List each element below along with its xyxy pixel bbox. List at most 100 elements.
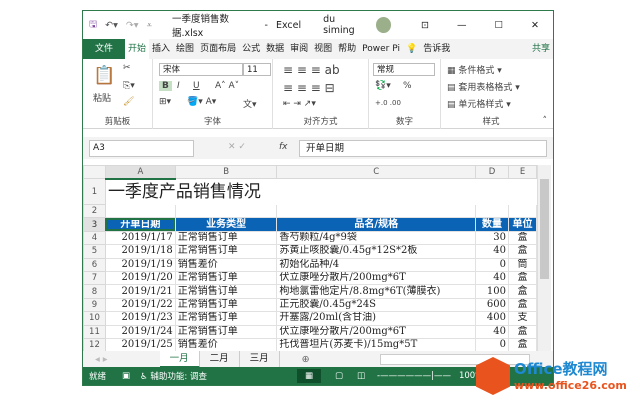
sheet-tab[interactable]: 一月 <box>159 351 200 368</box>
collapse-ribbon-icon[interactable]: ˄ <box>543 116 548 126</box>
column-header[interactable]: B <box>174 165 278 179</box>
macro-icon[interactable]: ▣ <box>122 371 130 381</box>
header-cell[interactable]: 单位 <box>508 217 537 232</box>
undo-icon[interactable]: ↶▾ <box>105 20 118 31</box>
select-all[interactable] <box>83 165 106 179</box>
indent-icons[interactable]: ⇤ ⇥ ↗▾ <box>283 99 316 109</box>
header-cell[interactable]: 业务类型 <box>174 217 278 232</box>
underline-button[interactable]: U <box>193 81 200 91</box>
ribbon-display-icon[interactable]: ⊡ <box>421 20 429 31</box>
cell[interactable]: 正常销售订单 <box>174 244 278 259</box>
cell[interactable]: 盒 <box>508 297 537 313</box>
avatar[interactable] <box>375 17 392 33</box>
tab-power-pivot[interactable]: Power Pi <box>359 39 403 59</box>
save-icon[interactable]: 🖫 <box>89 17 97 33</box>
column-header[interactable]: C <box>276 165 477 179</box>
column-header[interactable]: A <box>104 165 176 180</box>
cell[interactable]: 托伐普坦片(苏麦卡)/15mg*5T <box>276 337 477 353</box>
cell[interactable]: 2019/1/19 <box>104 257 176 272</box>
row-header[interactable]: 8 <box>83 284 106 299</box>
tab-file[interactable]: 文件 <box>83 39 126 59</box>
cond-format-button[interactable]: ▦ 条件格式 ▾ <box>447 63 502 76</box>
close-icon[interactable]: ✕ <box>531 20 539 31</box>
cell[interactable]: 正元胶囊/0.45g*24S <box>276 297 477 313</box>
cell[interactable]: 600 <box>475 297 509 313</box>
minimize-icon[interactable]: — <box>457 20 467 31</box>
cell[interactable]: 2019/1/21 <box>104 284 176 299</box>
cell[interactable]: 2019/1/25 <box>104 337 176 353</box>
cell[interactable]: 正常销售订单 <box>174 284 278 299</box>
cell[interactable]: 盒 <box>508 324 537 339</box>
tab-formulas[interactable]: 公式 <box>239 39 263 59</box>
tab-help[interactable]: 帮助 <box>335 39 359 59</box>
row-header[interactable]: 5 <box>83 244 106 259</box>
sheet-tab[interactable]: 二月 <box>200 351 240 368</box>
customize-icon[interactable]: ⩡ <box>147 20 152 31</box>
sheet-nav-arrows[interactable]: ◂ ▸ <box>83 354 120 365</box>
cell[interactable]: 盒 <box>508 284 537 299</box>
cell[interactable]: 40 <box>475 244 509 259</box>
scroll-thumb[interactable] <box>540 179 549 279</box>
cell[interactable]: 筒 <box>508 257 537 272</box>
paste-icon[interactable]: 📋 <box>93 65 115 86</box>
cell[interactable]: 盒 <box>508 244 537 259</box>
normal-view-icon[interactable]: ▦ <box>296 369 321 383</box>
paste-button[interactable]: 粘贴 <box>93 91 111 104</box>
cell[interactable]: 2019/1/20 <box>104 270 176 286</box>
cell[interactable]: 初始化品种/4 <box>276 257 477 272</box>
row-header[interactable]: 7 <box>83 270 106 286</box>
cell[interactable]: 盒 <box>508 337 537 353</box>
cell[interactable]: 40 <box>475 270 509 286</box>
currency-icon[interactable]: 💱▾ <box>375 81 391 91</box>
zoom-slider[interactable]: -——————|—— <box>377 371 451 381</box>
cell[interactable]: 伏立康唑分散片/200mg*6T <box>276 270 477 286</box>
border-icon[interactable]: ⊞▾ <box>159 97 171 107</box>
cell[interactable]: 伏立康唑分散片/200mg*6T <box>276 324 477 339</box>
row-header[interactable]: 10 <box>83 311 106 326</box>
font-grow-icon[interactable]: A˄ A˅ <box>215 81 239 91</box>
cell[interactable]: 2019/1/18 <box>104 244 176 259</box>
row-header[interactable]: 3 <box>83 217 106 232</box>
italic-button[interactable]: I <box>177 81 180 91</box>
header-cell[interactable]: 品名/规格 <box>276 217 477 232</box>
row-header[interactable]: 6 <box>83 257 106 272</box>
table-format-button[interactable]: ▤ 套用表格格式 ▾ <box>447 80 520 93</box>
cell[interactable]: 100 <box>475 284 509 299</box>
align-h-icons[interactable]: ≡ ≡ ≡ ⊟ <box>283 81 335 95</box>
row-header[interactable]: 1 <box>83 178 106 205</box>
tab-draw[interactable]: 绘图 <box>173 39 197 59</box>
cell[interactable]: 盒 <box>508 270 537 286</box>
percent-button[interactable]: % <box>403 81 412 91</box>
cell[interactable]: 2019/1/23 <box>104 311 176 326</box>
cell[interactable]: 枸地氯雷他定片/8.8mg*6T(薄膜衣) <box>276 284 477 299</box>
cut-icon[interactable]: ✂ <box>123 63 131 73</box>
column-header[interactable]: D <box>475 165 509 179</box>
cell[interactable]: 40 <box>475 324 509 339</box>
row-header[interactable]: 4 <box>83 230 106 246</box>
insert-function-button[interactable]: fx <box>279 142 288 152</box>
share-button[interactable]: 共享 <box>529 39 553 59</box>
add-sheet-icon[interactable]: ⊕ <box>302 354 310 365</box>
row-header[interactable]: 11 <box>83 324 106 339</box>
page-layout-view-icon[interactable]: ▢ <box>335 371 343 381</box>
format-painter-icon[interactable]: 🖌 <box>123 97 134 107</box>
sheet-title[interactable]: 一季度产品销售情况 <box>104 178 538 205</box>
cell[interactable]: 销售差价 <box>174 337 278 353</box>
cell[interactable]: 30 <box>475 230 509 246</box>
cell[interactable]: 正常销售订单 <box>174 230 278 246</box>
row-header[interactable]: 2 <box>83 203 106 219</box>
cell[interactable]: 2019/1/22 <box>104 297 176 313</box>
fill-color-icon[interactable]: 🪣▾ A▾ <box>187 97 216 107</box>
decimal-icons[interactable]: +.0 .00 <box>375 99 401 107</box>
align-icons[interactable]: ≡ ≡ ≡ ab <box>283 63 340 77</box>
copy-icon[interactable]: ⎘▾ <box>123 81 135 91</box>
cell[interactable]: 0 <box>475 337 509 353</box>
cell[interactable]: 正常销售订单 <box>174 324 278 339</box>
cell[interactable]: 0 <box>475 257 509 272</box>
tab-page-layout[interactable]: 页面布局 <box>197 39 239 59</box>
cell[interactable]: 支 <box>508 311 537 326</box>
formula-input[interactable]: 开单日期 <box>299 140 547 157</box>
tell-me[interactable]: 告诉我 <box>420 39 453 59</box>
cell[interactable]: 开塞露/20ml(含甘油) <box>276 311 477 326</box>
cell[interactable]: 2019/1/24 <box>104 324 176 339</box>
